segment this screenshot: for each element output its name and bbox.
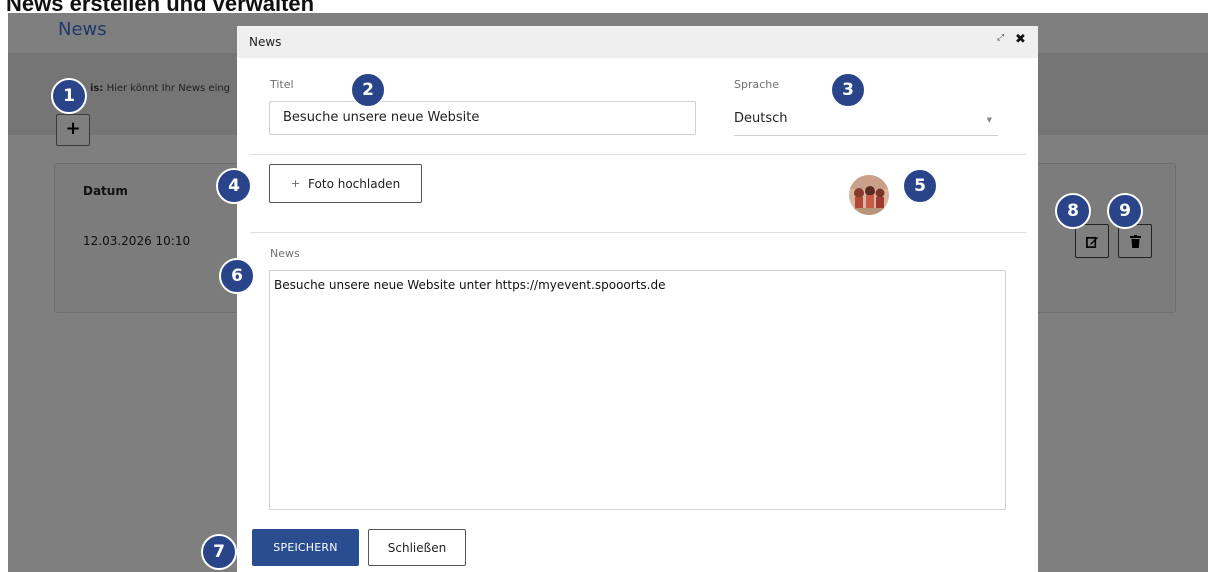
trash-icon [1129, 234, 1141, 248]
callout-marker-1: 1 [51, 78, 87, 114]
hint-label: is: [90, 83, 104, 94]
background-title: News [58, 19, 107, 40]
plus-icon: + [65, 118, 81, 139]
title-input[interactable]: Besuche unsere neue Website [269, 101, 696, 135]
background-hint: is: Hier könnt Ihr News eing [90, 83, 230, 94]
callout-marker-8: 8 [1055, 193, 1091, 229]
upload-photo-label: Foto hochladen [308, 176, 401, 191]
news-label: News [270, 247, 300, 260]
save-button[interactable]: SPEICHERN [252, 529, 359, 566]
edit-icon [1085, 236, 1098, 248]
plus-icon: + [290, 177, 301, 190]
column-header-datum: Datum [83, 184, 128, 198]
language-value: Deutsch [734, 111, 788, 126]
callout-marker-6: 6 [219, 258, 255, 294]
photo-image [849, 175, 889, 215]
close-icon[interactable]: ✖ [1015, 32, 1026, 47]
callout-marker-5: 5 [902, 168, 938, 204]
table-row-date: 12.03.2026 10:10 [83, 234, 191, 248]
divider [250, 232, 1026, 233]
photo-thumbnail [849, 175, 889, 215]
add-news-button[interactable]: + [56, 114, 90, 146]
news-modal: News ⤢ ✖ Titel Besuche unsere neue Websi… [237, 26, 1038, 572]
callout-marker-3: 3 [830, 72, 866, 108]
modal-header: News ⤢ ✖ [237, 26, 1038, 58]
edit-button[interactable] [1075, 224, 1109, 258]
modal-title: News [249, 35, 282, 49]
upload-photo-button[interactable]: + Foto hochladen [269, 164, 422, 203]
callout-marker-4: 4 [216, 168, 252, 204]
callout-marker-7: 7 [201, 534, 237, 570]
callout-marker-2: 2 [350, 72, 386, 108]
language-select[interactable]: Deutsch ▼ [734, 104, 998, 136]
callout-marker-9: 9 [1107, 193, 1143, 229]
external-link-icon[interactable]: ⤢ [997, 33, 1004, 43]
chevron-down-icon: ▼ [986, 116, 992, 124]
delete-button[interactable] [1118, 224, 1152, 258]
title-label: Titel [270, 78, 294, 91]
divider [250, 154, 1026, 155]
news-textarea[interactable]: Besuche unsere neue Website unter https:… [269, 270, 1006, 510]
close-button[interactable]: Schließen [368, 529, 466, 566]
hint-text: Hier könnt Ihr News eing [103, 83, 231, 94]
language-label: Sprache [734, 78, 780, 91]
